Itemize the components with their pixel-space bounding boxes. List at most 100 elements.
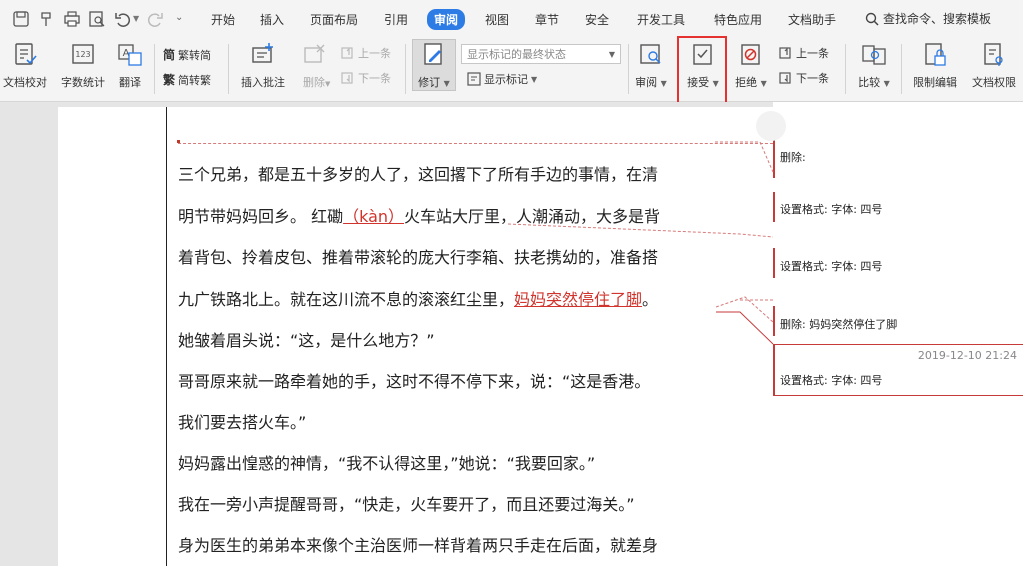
review-pane-icon: [640, 44, 661, 64]
balloon-text: 删除:: [780, 151, 806, 164]
undo-dropdown-icon[interactable]: ▼: [133, 14, 139, 23]
translate-icon: A: [118, 44, 142, 66]
trad-to-simp-label: 繁转简: [178, 48, 212, 62]
paragraph-line: 三个兄弟，都是五十多岁的人了，这回撂下了所有手边的事情，在清: [178, 165, 659, 184]
svg-text:123: 123: [75, 50, 90, 59]
save-icon[interactable]: [12, 10, 30, 28]
document-rights-label: 文档权限: [972, 76, 1016, 89]
ribbon-separator: [405, 44, 406, 94]
print-icon[interactable]: [63, 10, 81, 28]
ribbon-separator: [228, 44, 229, 94]
tab-security[interactable]: 安全: [585, 11, 609, 28]
trad-to-simp-button[interactable]: 简 繁转简: [163, 46, 211, 63]
next-change-icon: [779, 72, 791, 84]
ribbon-separator: [845, 44, 846, 94]
accept-highlight-frame: [677, 36, 727, 107]
paragraph-line: 着背包、拎着皮包、推着带滚轮的庞大行李箱、扶老携幼的，准备搭: [178, 248, 659, 267]
tab-references[interactable]: 引用: [384, 11, 408, 28]
paragraph-line: 明节带妈妈回乡。 红磡（kàn）火车站大厅里，人潮涌动，大多是背: [178, 207, 738, 249]
balloon-timestamp: 2019-12-10 21:24: [917, 349, 1017, 362]
tab-chapter[interactable]: 章节: [535, 11, 559, 28]
markup-display-select[interactable]: 显示标记的最终状态 ▼: [461, 44, 621, 64]
proofread-icon: [15, 43, 37, 65]
compare-label: 比较 ▼: [858, 76, 890, 89]
word-count-button[interactable]: 123 字数统计: [58, 42, 108, 90]
markup-balloon-pane: 删除: 设置格式: 字体: 四号 设置格式: 字体: 四号 删除: 妈妈突然停住…: [773, 102, 1023, 566]
next-comment-icon: [341, 72, 353, 84]
print-preview-icon[interactable]: [88, 10, 106, 28]
tab-view[interactable]: 视图: [485, 11, 509, 28]
show-markup-dropdown-icon: ▼: [531, 74, 538, 84]
paragraph-line: 哥哥原来就一路牵着她的手，这时不得不停下来，说：“这是香港。: [178, 372, 651, 391]
command-search-label: 查找命令、搜索模板: [883, 12, 992, 26]
delete-dropdown-icon[interactable]: ▼: [325, 80, 330, 88]
tab-developer[interactable]: 开发工具: [637, 11, 685, 28]
tab-special-apps[interactable]: 特色应用: [714, 11, 762, 28]
translate-button[interactable]: A 翻译: [116, 42, 144, 90]
search-icon: [865, 12, 879, 26]
customize-toolbar-icon[interactable]: ⌄: [175, 12, 183, 23]
balloon-text: 设置格式: 字体: 四号: [780, 203, 883, 216]
review-ribbon: 文档校对 123 字数统计 A 翻译 简 繁转简 繁 简转繁 插入批注 删除 ▼…: [0, 36, 1023, 107]
track-changes-label: 修订 ▼: [418, 76, 450, 89]
tab-insert[interactable]: 插入: [260, 11, 284, 28]
deleted-text[interactable]: 妈妈突然停住了脚: [514, 290, 642, 309]
document-page[interactable]: 三个兄弟，都是五十多岁的人了，这回撂下了所有手边的事情，在清 明节带妈妈回乡。 …: [58, 107, 773, 566]
insert-comment-label: 插入批注: [241, 76, 285, 89]
balloon-text: 设置格式: 字体: 四号: [780, 374, 883, 387]
chevron-down-icon: ▼: [608, 49, 615, 59]
prev-change-icon: [779, 47, 791, 59]
ribbon-separator: [901, 44, 902, 94]
ribbon-separator: [628, 44, 629, 94]
paragraph-line: 九广铁路北上。就在这川流不息的滚滚红尘里，妈妈突然停住了脚。: [178, 290, 738, 332]
proofread-label: 文档校对: [3, 76, 47, 89]
command-search[interactable]: 查找命令、搜索模板: [865, 10, 991, 27]
revision-balloon-selected[interactable]: 2019-12-10 21:24 设置格式: 字体: 四号: [773, 344, 1023, 396]
revision-balloon[interactable]: 设置格式: 字体: 四号: [773, 192, 1023, 222]
revision-balloon[interactable]: 设置格式: 字体: 四号: [773, 248, 1023, 278]
insert-comment-icon: [252, 43, 273, 63]
prev-change-label: 上一条: [796, 47, 829, 60]
restrict-editing-label: 限制编辑: [913, 76, 957, 89]
tab-home[interactable]: 开始: [211, 11, 235, 28]
proofread-button[interactable]: 文档校对: [0, 42, 50, 90]
redo-icon[interactable]: [146, 10, 164, 28]
word-count-icon: 123: [72, 44, 94, 64]
balloon-pane-toggle[interactable]: [756, 111, 786, 141]
compare-button[interactable]: 比较 ▼: [854, 42, 894, 90]
track-changes-icon: [424, 43, 442, 65]
format-painter-icon[interactable]: [38, 10, 56, 28]
prev-comment-button[interactable]: 上一条: [341, 45, 391, 61]
revision-balloon[interactable]: 删除:: [773, 138, 1023, 178]
next-comment-label: 下一条: [358, 72, 391, 85]
deletion-connector-line: [178, 143, 773, 144]
show-markup-button[interactable]: 显示标记 ▼: [467, 71, 537, 87]
review-pane-button[interactable]: 审阅 ▼: [632, 42, 670, 90]
text-run: 火车站大厅里，人潮涌动，大多是背: [404, 206, 661, 226]
inserted-text[interactable]: （kàn）: [343, 207, 404, 226]
document-rights-button[interactable]: 文档权限: [969, 42, 1019, 90]
word-count-label: 字数统计: [61, 76, 105, 89]
ribbon-separator: [154, 44, 155, 94]
left-margin-guide: [166, 107, 167, 566]
prev-change-button[interactable]: 上一条: [779, 45, 829, 61]
next-change-button[interactable]: 下一条: [779, 70, 829, 86]
restrict-editing-button[interactable]: 限制编辑: [910, 42, 960, 90]
simp-to-trad-button[interactable]: 繁 简转繁: [163, 71, 211, 88]
document-rights-icon: [984, 43, 1003, 66]
tab-doc-assistant[interactable]: 文档助手: [788, 11, 836, 28]
text-run: 九广铁路北上。就在这川流不息的滚滚红尘里，: [178, 289, 515, 309]
document-body[interactable]: 三个兄弟，都是五十多岁的人了，这回撂下了所有手边的事情，在清 明节带妈妈回乡。 …: [178, 165, 738, 566]
trad-to-simp-icon: 简: [163, 48, 176, 62]
prev-comment-icon: [341, 47, 353, 59]
tab-review[interactable]: 审阅: [427, 9, 466, 30]
reject-change-button[interactable]: 拒绝 ▼: [733, 42, 769, 90]
track-changes-button[interactable]: 修订 ▼: [413, 42, 455, 90]
revision-balloon[interactable]: 删除: 妈妈突然停住了脚: [773, 306, 1023, 336]
insert-comment-button[interactable]: 插入批注: [236, 42, 290, 90]
tab-page-layout[interactable]: 页面布局: [310, 11, 358, 28]
compare-icon: [862, 45, 886, 65]
paragraph-line: 我在一旁小声提醒哥哥，“快走，火车要开了，而且还要过海关。”: [178, 495, 635, 514]
undo-icon[interactable]: [114, 10, 132, 28]
next-comment-button[interactable]: 下一条: [341, 70, 391, 86]
